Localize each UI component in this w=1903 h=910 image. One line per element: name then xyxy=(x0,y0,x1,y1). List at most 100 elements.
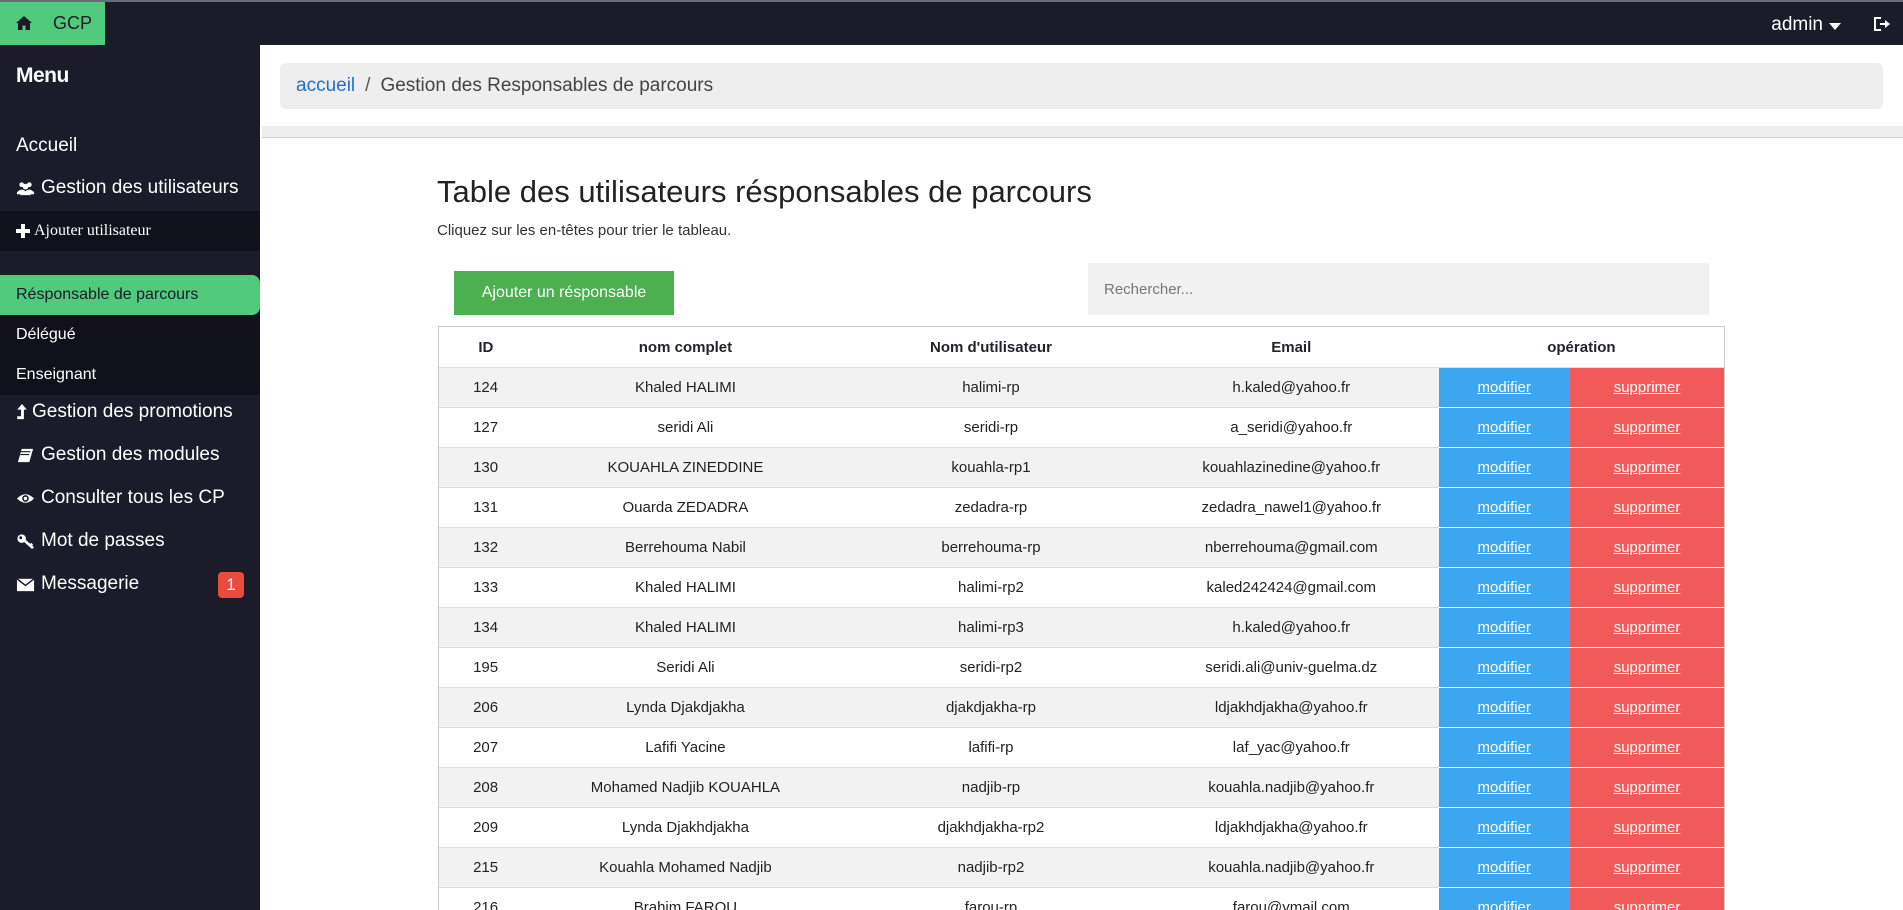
modify-cell: modifier xyxy=(1438,767,1570,808)
column-header-id[interactable]: ID xyxy=(438,326,533,368)
table-row: 133 Khaled HALIMI halimi-rp2 kaled242424@gm… xyxy=(438,567,1725,608)
table-row: 216 Brahim FAROU farou-rp farou@ymail.com mo… xyxy=(438,887,1725,910)
delete-cell: supprimer xyxy=(1569,407,1725,448)
cell-email: nberrehouma@gmail.com xyxy=(1143,527,1439,568)
modify-cell: modifier xyxy=(1438,847,1570,888)
sidebar-item-delegue[interactable]: Délégué xyxy=(0,315,260,355)
cell-email: zedadra_nawel1@yahoo.fr xyxy=(1143,487,1439,528)
sidebar-item-modules[interactable]: Gestion des modules xyxy=(0,435,260,475)
table-row: 130 KOUAHLA ZINEDDINE kouahla-rp1 kouahlazi… xyxy=(438,447,1725,488)
message-count-badge: 1 xyxy=(218,572,244,598)
modify-link[interactable]: modifier xyxy=(1478,819,1531,836)
cell-nom-complet: Berrehouma Nabil xyxy=(532,527,839,568)
delete-link[interactable]: supprimer xyxy=(1614,619,1681,636)
page-title: Table des utilisateurs résponsables de p… xyxy=(437,174,1092,209)
responsables-table: ID nom complet Nom d'utilisateur Email o… xyxy=(438,326,1725,910)
cell-username: seridi-rp xyxy=(838,407,1144,448)
sort-hint: Cliquez sur les en-têtes pour trier le t… xyxy=(437,222,732,239)
delete-link[interactable]: supprimer xyxy=(1614,699,1681,716)
cell-email: seridi.ali@univ-guelma.dz xyxy=(1143,647,1439,688)
cell-nom-complet: Brahim FAROU xyxy=(532,887,839,910)
brand-home-link[interactable]: GCP xyxy=(0,2,105,45)
sidebar-item-label: Enseignant xyxy=(16,366,97,383)
modify-link[interactable]: modifier xyxy=(1478,379,1531,396)
cell-id: 131 xyxy=(438,487,533,528)
modify-link[interactable]: modifier xyxy=(1478,419,1531,436)
table-row: 207 Lafifi Yacine lafifi-rp laf_yac@yahoo.f… xyxy=(438,727,1725,768)
sidebar-item-promotions[interactable]: Gestion des promotions xyxy=(0,392,260,432)
table-row: 124 Khaled HALIMI halimi-rp h.kaled@yahoo.f… xyxy=(438,367,1725,408)
modify-cell: modifier xyxy=(1438,407,1570,448)
cell-nom-complet: Kouahla Mohamed Nadjib xyxy=(532,847,839,888)
column-header-nom-complet[interactable]: nom complet xyxy=(532,326,839,368)
modify-link[interactable]: modifier xyxy=(1478,859,1531,876)
delete-link[interactable]: supprimer xyxy=(1614,659,1681,676)
modify-link[interactable]: modifier xyxy=(1478,699,1531,716)
sidebar-item-label: Ajouter utilisateur xyxy=(34,222,151,239)
sidebar-item-label: Délégué xyxy=(16,326,76,343)
column-header-username[interactable]: Nom d'utilisateur xyxy=(838,326,1144,368)
cell-username: farou-rp xyxy=(838,887,1144,910)
modify-link[interactable]: modifier xyxy=(1478,659,1531,676)
modify-link[interactable]: modifier xyxy=(1478,899,1531,910)
sidebar-item-accueil[interactable]: Accueil xyxy=(0,126,260,166)
envelope-icon xyxy=(16,577,35,591)
user-name: admin xyxy=(1771,14,1823,35)
modify-link[interactable]: modifier xyxy=(1478,579,1531,596)
sidebar-item-enseignant[interactable]: Enseignant xyxy=(0,355,260,395)
cell-email: laf_yac@yahoo.fr xyxy=(1143,727,1439,768)
column-header-email[interactable]: Email xyxy=(1143,326,1439,368)
delete-link[interactable]: supprimer xyxy=(1614,899,1681,910)
modify-link[interactable]: modifier xyxy=(1478,539,1531,556)
sidebar-item-label: Gestion des promotions xyxy=(32,401,233,422)
delete-link[interactable]: supprimer xyxy=(1614,419,1681,436)
modify-link[interactable]: modifier xyxy=(1478,779,1531,796)
breadcrumb-home-link[interactable]: accueil xyxy=(296,75,355,97)
sidebar-item-users[interactable]: Gestion des utilisateurs xyxy=(0,168,260,208)
table-row: 209 Lynda Djakhdjakha djakhdjakha-rp2 ldjak… xyxy=(438,807,1725,848)
delete-link[interactable]: supprimer xyxy=(1614,819,1681,836)
delete-cell: supprimer xyxy=(1569,887,1725,910)
modify-link[interactable]: modifier xyxy=(1478,499,1531,516)
sidebar-item-consulter-cp[interactable]: Consulter tous les CP xyxy=(0,478,260,518)
cell-id: 127 xyxy=(438,407,533,448)
column-header-operation[interactable]: opération xyxy=(1438,326,1725,368)
table-header-row: ID nom complet Nom d'utilisateur Email o… xyxy=(438,326,1725,368)
modify-link[interactable]: modifier xyxy=(1478,619,1531,636)
cell-email: ldjakhdjakha@yahoo.fr xyxy=(1143,807,1439,848)
sidebar-item-mot-de-passes[interactable]: Mot de passes xyxy=(0,521,260,561)
top-navbar: GCP admin xyxy=(0,0,1903,45)
delete-link[interactable]: supprimer xyxy=(1614,379,1681,396)
breadcrumb: accueil / Gestion des Responsables de pa… xyxy=(280,63,1883,109)
cell-email: kouahlazinedine@yahoo.fr xyxy=(1143,447,1439,488)
sidebar-item-responsable[interactable]: Résponsable de parcours xyxy=(0,275,260,315)
delete-link[interactable]: supprimer xyxy=(1614,779,1681,796)
cell-username: djakdjakha-rp xyxy=(838,687,1144,728)
search-input[interactable] xyxy=(1088,263,1709,315)
modify-link[interactable]: modifier xyxy=(1478,739,1531,756)
add-responsable-button[interactable]: Ajouter un résponsable xyxy=(454,271,674,315)
delete-link[interactable]: supprimer xyxy=(1614,459,1681,476)
sidebar-item-add-user[interactable]: Ajouter utilisateur xyxy=(0,211,260,251)
delete-cell: supprimer xyxy=(1569,527,1725,568)
delete-link[interactable]: supprimer xyxy=(1614,579,1681,596)
delete-cell: supprimer xyxy=(1569,487,1725,528)
cell-email: a_seridi@yahoo.fr xyxy=(1143,407,1439,448)
cell-username: halimi-rp3 xyxy=(838,607,1144,648)
cell-username: nadjib-rp xyxy=(838,767,1144,808)
user-menu-toggle[interactable]: admin xyxy=(1771,14,1841,36)
logout-icon[interactable] xyxy=(1871,14,1891,34)
delete-link[interactable]: supprimer xyxy=(1614,859,1681,876)
delete-link[interactable]: supprimer xyxy=(1614,539,1681,556)
modify-link[interactable]: modifier xyxy=(1478,459,1531,476)
delete-link[interactable]: supprimer xyxy=(1614,739,1681,756)
cell-email: farou@ymail.com xyxy=(1143,887,1439,910)
sidebar: Menu Accueil Gestion des utilisateurs Aj… xyxy=(0,45,260,910)
delete-cell: supprimer xyxy=(1569,567,1725,608)
cell-username: halimi-rp2 xyxy=(838,567,1144,608)
cell-username: berrehouma-rp xyxy=(838,527,1144,568)
cell-nom-complet: Khaled HALIMI xyxy=(532,567,839,608)
delete-link[interactable]: supprimer xyxy=(1614,499,1681,516)
delete-cell: supprimer xyxy=(1569,367,1725,408)
sidebar-item-messagerie[interactable]: Messagerie 1 xyxy=(0,564,260,604)
